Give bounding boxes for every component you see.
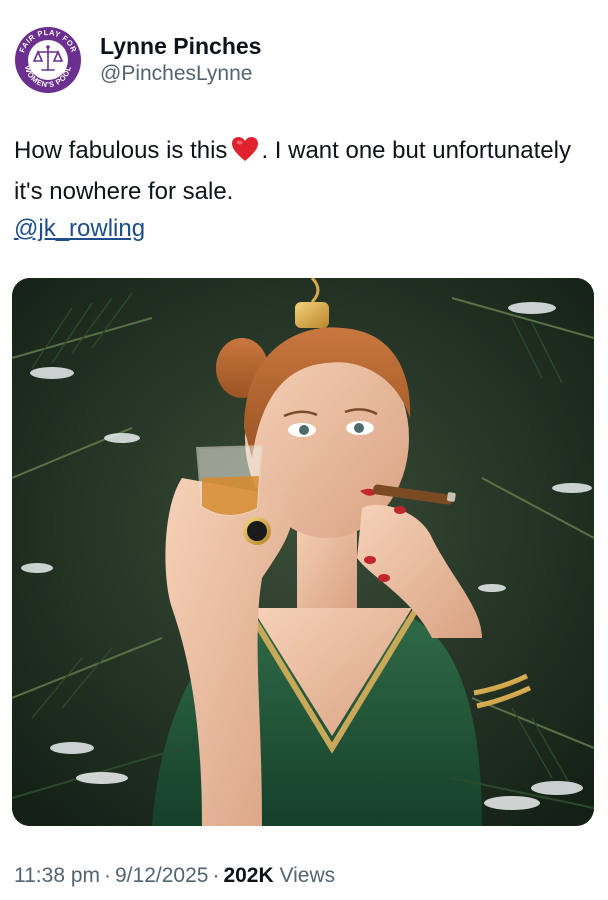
tweet-time[interactable]: 11:38 pm xyxy=(14,864,100,887)
tweet-text: How fabulous is this. I want one but unf… xyxy=(14,132,594,247)
tweet-meta: 11:38 pm · 9/12/2025 · 202K Views xyxy=(14,862,335,890)
avatar[interactable]: FAIR PLAY FOR WOMEN'S POOL xyxy=(12,24,84,96)
tweet-text-part1: How fabulous is this xyxy=(14,137,228,164)
mention-link[interactable]: @jk_rowling xyxy=(14,215,145,242)
ornament-photo xyxy=(12,278,594,826)
author-display-name[interactable]: Lynne Pinches xyxy=(100,32,261,60)
tweet-header: FAIR PLAY FOR WOMEN'S POOL Lynne Pinches… xyxy=(12,24,261,96)
tweet-photo[interactable] xyxy=(12,278,594,826)
avatar-logo: FAIR PLAY FOR WOMEN'S POOL xyxy=(12,24,84,96)
tweet-date[interactable]: 9/12/2025 xyxy=(115,864,208,887)
red-heart-icon xyxy=(231,136,259,173)
author-names: Lynne Pinches @PinchesLynne xyxy=(100,32,261,88)
meta-separator: · xyxy=(212,864,220,887)
views-count: 202K xyxy=(223,864,274,887)
views-label: Views xyxy=(279,864,336,887)
meta-separator: · xyxy=(104,864,111,887)
author-handle[interactable]: @PinchesLynne xyxy=(100,60,261,88)
